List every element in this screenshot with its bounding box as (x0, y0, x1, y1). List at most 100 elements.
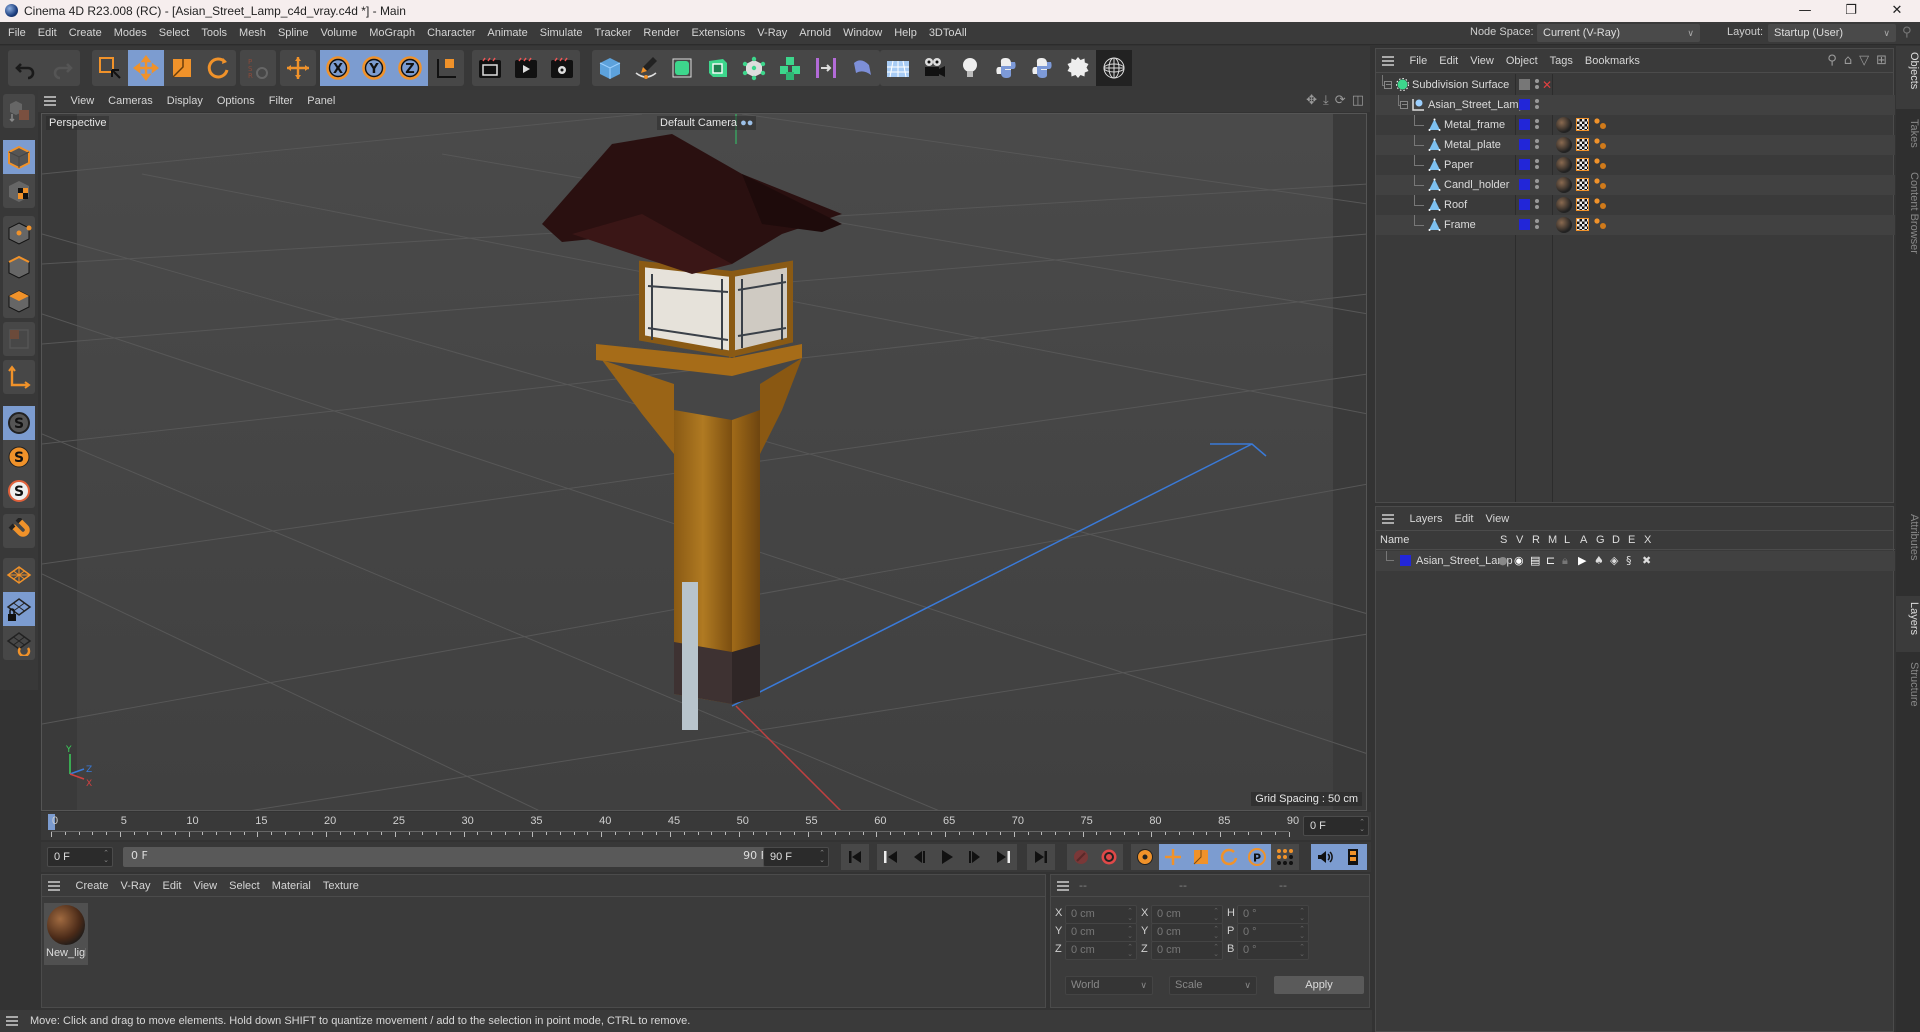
xref-icon[interactable]: ✖ (1642, 551, 1651, 571)
menu-spline[interactable]: Spline (272, 22, 315, 45)
uvw-tag-icon[interactable] (1576, 218, 1589, 231)
expand-toggle-icon[interactable]: − (1384, 81, 1392, 89)
expand-toggle-icon[interactable]: − (1400, 101, 1408, 109)
3d-viewport[interactable]: Y Z X Perspective Default Camera ●● Grid… (41, 113, 1367, 811)
apply-button[interactable]: Apply (1274, 976, 1364, 994)
uv-mode-button[interactable] (3, 322, 35, 356)
animation-icon[interactable]: ▶ (1578, 551, 1586, 571)
viewport-menu-panel[interactable]: Panel (300, 90, 342, 112)
coordinate-space-dropdown[interactable]: World ∨ (1065, 976, 1153, 995)
deformers-icon[interactable]: ◈ (1610, 551, 1618, 571)
material-menu-view[interactable]: View (187, 875, 223, 897)
phong-tag-icon[interactable] (1593, 157, 1607, 171)
object-row[interactable]: Frame (1376, 215, 1895, 235)
frame-range-slider[interactable]: 0 F 90 F (123, 847, 787, 867)
axis-mode-button[interactable] (3, 360, 35, 394)
visibility-dots-icon[interactable] (1535, 219, 1539, 231)
home-icon[interactable]: ⌂ (1844, 49, 1852, 73)
end-frame-field[interactable]: 90 F ⌃ ⌄ (763, 847, 829, 867)
viewport-menu-filter[interactable]: Filter (262, 90, 300, 112)
generators-icon[interactable]: ♠ (1594, 551, 1604, 571)
cloner-button[interactable] (736, 50, 772, 86)
render-view-button[interactable] (472, 50, 508, 86)
object-row[interactable]: Candl_holder (1376, 175, 1895, 195)
phong-tag-icon[interactable] (1593, 197, 1607, 211)
material-menu-create[interactable]: Create (70, 875, 115, 897)
material-tag-icon[interactable] (1556, 197, 1572, 213)
object-row[interactable]: Metal_plate (1376, 135, 1895, 155)
point-mode-button[interactable] (3, 216, 35, 250)
visibility-dots-icon[interactable] (1535, 79, 1539, 91)
light-button[interactable] (952, 50, 988, 86)
solo-hierarchy-button[interactable]: S (3, 474, 35, 508)
expressions-icon[interactable]: § (1626, 551, 1632, 571)
object-menu-file[interactable]: File (1404, 49, 1434, 73)
menu-select[interactable]: Select (153, 22, 196, 45)
coordinate-system-button[interactable] (428, 50, 464, 86)
layer-column-g[interactable]: G (1596, 534, 1605, 546)
play-button[interactable] (933, 844, 961, 870)
menu-3dtoall[interactable]: 3DToAll (923, 22, 973, 45)
visibility-dots-icon[interactable] (1535, 119, 1539, 131)
layer-color-swatch[interactable] (1519, 119, 1530, 130)
next-key-button[interactable] (989, 844, 1017, 870)
menu-extensions[interactable]: Extensions (685, 22, 751, 45)
layer-row[interactable]: Asian_Street_Lamp ● ◉ ▤ ⊏ 🔒︎ ▶ ♠ ◈ § ✖ (1376, 551, 1895, 571)
go-to-start-button[interactable] (841, 844, 869, 870)
phong-tag-icon[interactable] (1593, 137, 1607, 151)
menu-arnold[interactable]: Arnold (793, 22, 837, 45)
visibility-dots-icon[interactable] (1535, 199, 1539, 211)
object-row[interactable]: Paper (1376, 155, 1895, 175)
menu-file[interactable]: File (2, 22, 32, 45)
menu-modes[interactable]: Modes (108, 22, 153, 45)
layer-menu-edit[interactable]: Edit (1449, 507, 1480, 531)
key-position-button[interactable] (1159, 844, 1187, 870)
material-tag-icon[interactable] (1556, 117, 1572, 133)
layer-column-l[interactable]: L (1564, 534, 1570, 546)
visible-editor-icon[interactable]: ◉ (1514, 551, 1524, 571)
layer-color-swatch[interactable] (1519, 99, 1530, 110)
phong-tag-icon[interactable] (1593, 177, 1607, 191)
uvw-tag-icon[interactable] (1576, 178, 1589, 191)
move-view-icon[interactable]: ✥ (1306, 93, 1317, 108)
workplane-lock-button[interactable] (3, 592, 35, 626)
coord-x-field[interactable]: 0 cm ⌃ ⌄ (1151, 905, 1223, 924)
menu-window[interactable]: Window (837, 22, 888, 45)
viewport-menu-display[interactable]: Display (160, 90, 210, 112)
snap-button[interactable] (3, 514, 35, 548)
previous-frame-button[interactable] (905, 844, 933, 870)
material-tag-icon[interactable] (1556, 177, 1572, 193)
render-settings-button[interactable] (544, 50, 580, 86)
object-menu-bookmarks[interactable]: Bookmarks (1579, 49, 1646, 73)
viewport-menu-options[interactable]: Options (210, 90, 262, 112)
python-script-button[interactable] (1024, 50, 1060, 86)
menu-mesh[interactable]: Mesh (233, 22, 272, 45)
side-tab-structure[interactable]: Structure (1896, 656, 1920, 733)
pen-button[interactable] (628, 50, 664, 86)
camera-button[interactable] (916, 50, 952, 86)
mograph-array-button[interactable] (772, 50, 808, 86)
layer-menu-hamburger[interactable] (1382, 507, 1400, 531)
material-swatch[interactable]: New_ligl (44, 903, 88, 965)
phong-tag-icon[interactable] (1593, 117, 1607, 131)
uvw-tag-icon[interactable] (1576, 138, 1589, 151)
psr-button[interactable]: PSR (240, 50, 276, 86)
coord-z-field[interactable]: 0 cm ⌃ ⌄ (1151, 941, 1223, 960)
viewport-menu-cameras[interactable]: Cameras (101, 90, 160, 112)
layer-menu-layers[interactable]: Layers (1404, 507, 1449, 531)
key-scale-button[interactable] (1187, 844, 1215, 870)
layer-column-v[interactable]: V (1516, 534, 1523, 546)
next-frame-button[interactable] (961, 844, 989, 870)
symmetry-button[interactable] (808, 50, 844, 86)
model-mode-button[interactable] (3, 140, 35, 174)
uvw-tag-icon[interactable] (1576, 158, 1589, 171)
current-frame-field[interactable]: 0 F ⌃ ⌄ (1303, 816, 1369, 836)
object-menu-view[interactable]: View (1464, 49, 1500, 73)
scale-tool-button[interactable] (164, 50, 200, 86)
timeline-ruler[interactable]: 0 5 10 15 20 25 30 35 40 45 50 55 60 65 70 75 80 85 90 0 F… (41, 812, 1371, 840)
coordinate-mode-dropdown[interactable]: Scale ∨ (1169, 976, 1257, 995)
subdivision-surface-button[interactable] (664, 50, 700, 86)
live-selection-button[interactable] (92, 50, 128, 86)
object-menu-edit[interactable]: Edit (1433, 49, 1464, 73)
layer-column-s[interactable]: S (1500, 534, 1507, 546)
